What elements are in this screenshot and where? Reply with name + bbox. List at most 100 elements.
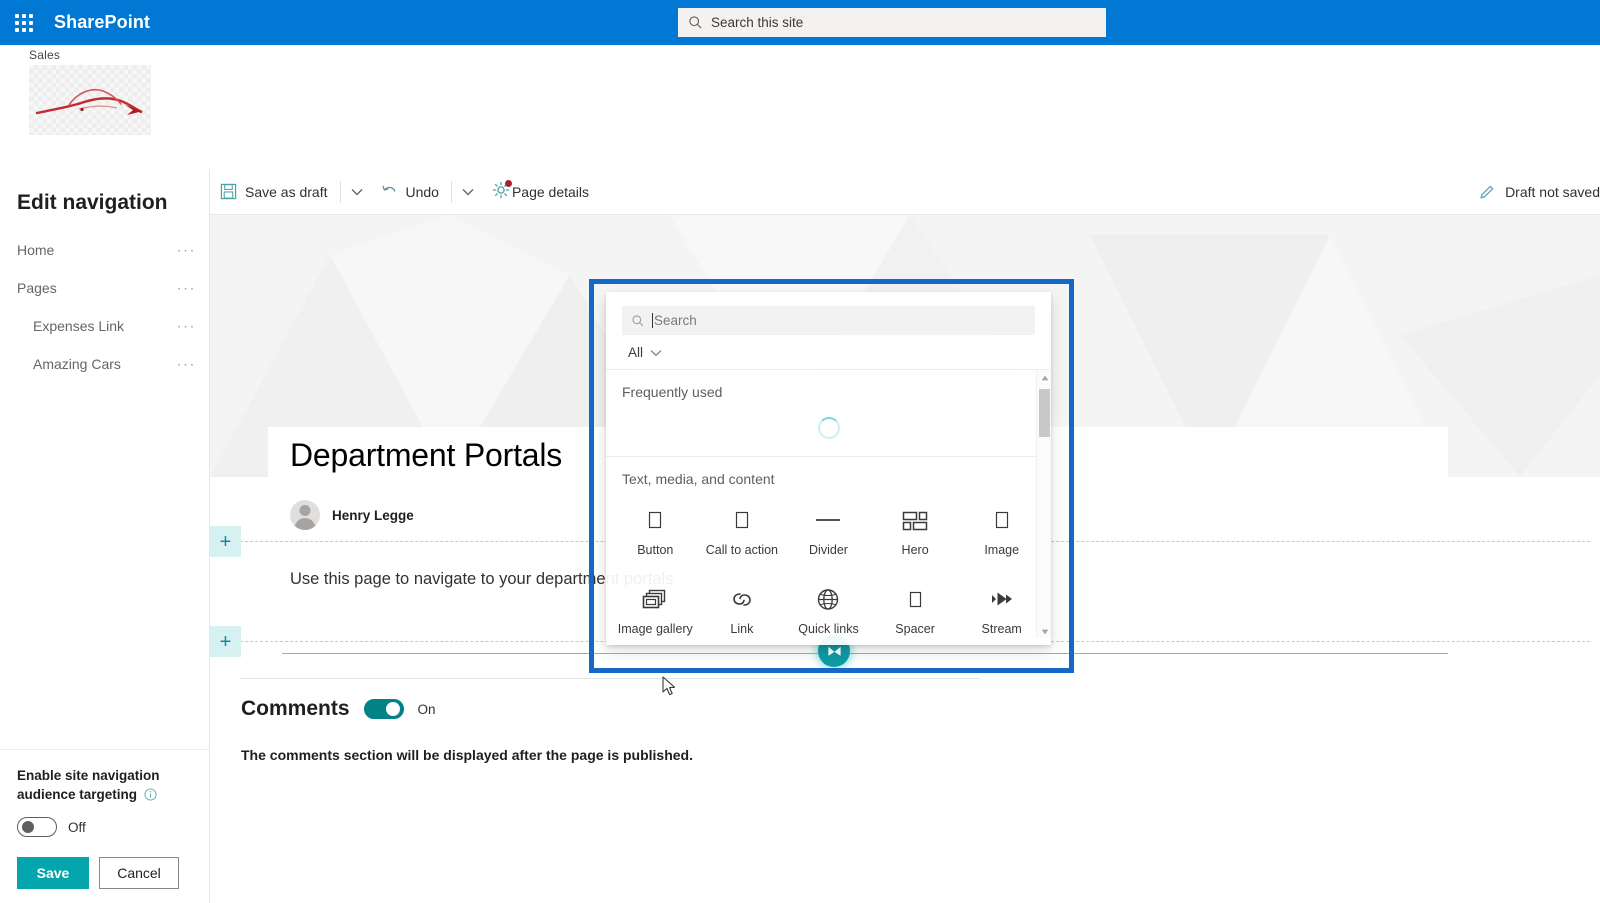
- edit-navigation-footer: Enable site navigation audience targetin…: [0, 749, 209, 903]
- site-name[interactable]: Sales: [29, 48, 60, 62]
- scrollbar-thumb[interactable]: [1039, 389, 1050, 437]
- undo-button[interactable]: Undo: [371, 169, 449, 215]
- toolbox-category-filter[interactable]: All: [606, 335, 1051, 369]
- cancel-button[interactable]: Cancel: [99, 857, 179, 889]
- chevron-down-icon: [351, 188, 362, 195]
- search-icon: [689, 16, 702, 29]
- save-icon: [220, 183, 237, 200]
- nav-item-label: Pages: [17, 280, 57, 296]
- save-as-draft-label: Save as draft: [245, 183, 328, 200]
- stream-icon: [987, 584, 1017, 616]
- undo-options-caret[interactable]: [454, 169, 482, 215]
- save-button[interactable]: Save: [17, 857, 89, 889]
- edit-navigation-panel: Edit navigation Home ··· Pages ··· Expen…: [0, 169, 210, 903]
- gear-icon: [492, 180, 512, 202]
- quick-links-icon: [813, 584, 843, 616]
- command-divider: [339, 180, 341, 203]
- webpart-tile-label: Hero: [901, 543, 929, 557]
- pencil-icon: [1480, 185, 1494, 199]
- webpart-tile-stream[interactable]: Stream: [958, 574, 1045, 638]
- draft-status-label: Draft not saved: [1505, 184, 1600, 200]
- nav-item-home[interactable]: Home ···: [0, 231, 210, 269]
- nav-item-overflow-icon[interactable]: ···: [177, 242, 197, 259]
- webpart-toolbox: Search All Frequently used Text, media, …: [606, 292, 1051, 645]
- webpart-tile-label: Divider: [809, 543, 848, 557]
- hero-icon: [900, 505, 930, 537]
- audience-targeting-toggle-row: Off: [17, 817, 192, 837]
- info-icon[interactable]: [144, 787, 157, 806]
- site-search-placeholder: Search this site: [711, 15, 804, 30]
- toolbox-search-input[interactable]: Search: [622, 306, 1035, 335]
- webpart-tile-label: Image: [984, 543, 1020, 557]
- audience-targeting-text: Enable site navigation audience targetin…: [17, 768, 160, 802]
- edit-navigation-title: Edit navigation: [17, 191, 168, 214]
- site-search-input[interactable]: Search this site: [678, 8, 1106, 37]
- webpart-tile-spacer[interactable]: Spacer: [872, 574, 959, 638]
- page-details-label: Page details: [511, 183, 590, 200]
- webpart-tile-label: Stream: [981, 622, 1022, 636]
- webpart-tile-link[interactable]: Link: [699, 574, 786, 638]
- undo-icon: [381, 185, 395, 192]
- chevron-down-icon: [650, 349, 662, 356]
- page-author[interactable]: Henry Legge: [290, 500, 414, 530]
- webpart-tile-divider[interactable]: Divider: [785, 495, 872, 574]
- page-details-button[interactable]: Page details: [482, 169, 599, 215]
- comments-divider: [240, 678, 980, 679]
- comments-toggle[interactable]: [363, 699, 404, 719]
- toolbox-webpart-grid: Button Call to action Divider Hero Image…: [606, 487, 1051, 638]
- nav-item-pages[interactable]: Pages ···: [0, 269, 210, 307]
- add-section-button-top[interactable]: +: [210, 526, 241, 557]
- toggle-knob: [385, 702, 400, 716]
- toolbox-search-placeholder: Search: [654, 313, 697, 328]
- webpart-tile-quick-links[interactable]: Quick links: [785, 574, 872, 638]
- nav-item-overflow-icon[interactable]: ···: [177, 356, 197, 373]
- webpart-tile-image-gallery[interactable]: Image gallery: [612, 574, 699, 638]
- sharepoint-brand-link[interactable]: SharePoint: [54, 12, 150, 33]
- nav-item-overflow-icon[interactable]: ···: [177, 318, 197, 335]
- mouse-cursor-icon: [662, 676, 676, 696]
- undo-label: Undo: [405, 183, 439, 200]
- audience-targeting-toggle[interactable]: [17, 817, 57, 837]
- author-name: Henry Legge: [332, 507, 414, 523]
- webpart-tile-label: Quick links: [798, 622, 859, 636]
- info-glyph: [144, 788, 157, 801]
- spacer-icon: [903, 584, 927, 616]
- toolbox-search-wrapper: Search: [606, 292, 1051, 335]
- comments-header: Comments On: [241, 697, 436, 721]
- suite-header: SharePoint Search this site: [0, 0, 1600, 45]
- scroll-down-icon[interactable]: [1037, 624, 1051, 638]
- nav-item-label: Expenses Link: [33, 318, 125, 334]
- toolbox-group-title-text-media-content: Text, media, and content: [622, 471, 775, 487]
- toolbox-loading-row: [606, 400, 1051, 456]
- webpart-tile-hero[interactable]: Hero: [872, 495, 959, 574]
- navigation-item-list: Home ··· Pages ··· Expenses Link ··· Ama…: [0, 231, 210, 383]
- button-icon: [643, 505, 667, 537]
- toolbox-filter-value: All: [628, 345, 644, 360]
- toolbox-results: Frequently used Text, media, and content…: [606, 369, 1051, 638]
- webpart-tile-call-to-action[interactable]: Call to action: [699, 495, 786, 574]
- webpart-tile-button[interactable]: Button: [612, 495, 699, 574]
- draft-status-button[interactable]: Draft not saved: [1478, 169, 1600, 215]
- nav-item-expenses-link[interactable]: Expenses Link ···: [0, 307, 210, 345]
- save-options-caret[interactable]: [343, 169, 371, 215]
- save-as-draft-button[interactable]: Save as draft: [210, 169, 338, 215]
- nav-item-label: Amazing Cars: [33, 356, 121, 372]
- comments-title: Comments: [241, 697, 350, 720]
- image-gallery-icon: [640, 584, 670, 616]
- chevron-down-icon: [462, 188, 474, 195]
- scroll-up-icon[interactable]: [1037, 370, 1051, 385]
- add-section-button-bottom[interactable]: +: [210, 626, 241, 657]
- toolbox-group-title-frequently-used: Frequently used: [622, 384, 723, 400]
- nav-item-amazing-cars[interactable]: Amazing Cars ···: [0, 345, 210, 383]
- call-to-action-icon: [730, 505, 754, 537]
- app-launcher-icon[interactable]: [0, 0, 48, 45]
- audience-targeting-state: Off: [68, 819, 86, 835]
- webpart-tile-label: Spacer: [895, 622, 935, 636]
- toolbox-scrollbar[interactable]: [1036, 370, 1051, 638]
- page-title[interactable]: Department Portals: [290, 437, 562, 474]
- nav-item-overflow-icon[interactable]: ···: [177, 280, 197, 297]
- webpart-tile-label: Button: [637, 543, 674, 557]
- text-caret: [652, 313, 653, 328]
- avatar: [290, 500, 320, 530]
- webpart-tile-image[interactable]: Image: [958, 495, 1045, 574]
